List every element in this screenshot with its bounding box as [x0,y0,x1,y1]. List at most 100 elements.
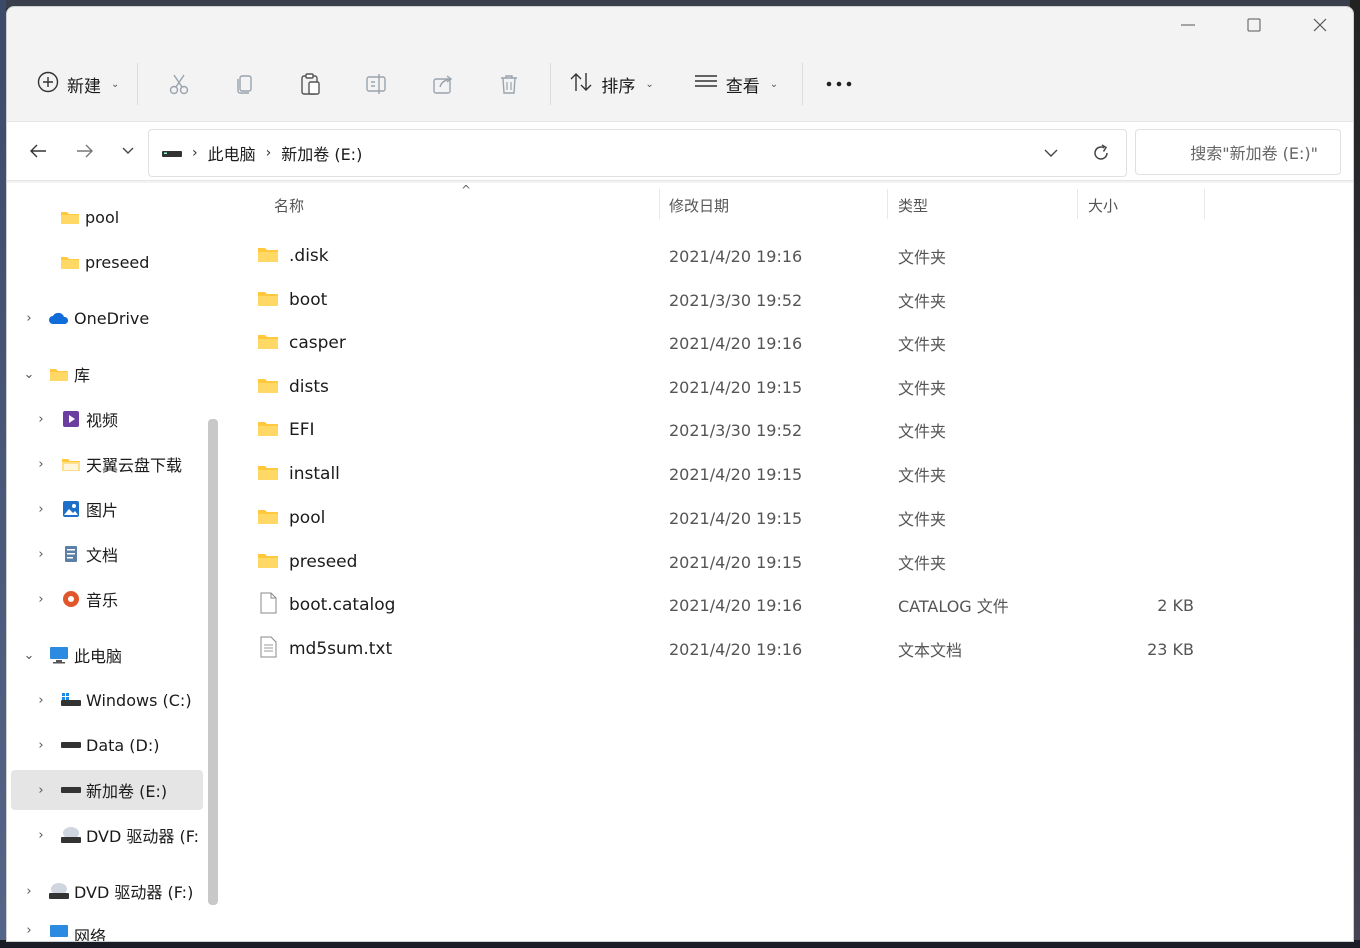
chevron-down-icon[interactable]: ⌄ [22,648,36,663]
column-header-size[interactable]: 大小 [1088,185,1118,225]
dvd-drive-icon [48,882,70,900]
chevron-down-icon: ⌄ [645,78,654,90]
file-size [1107,452,1194,496]
chevron-right-icon[interactable]: › [34,502,48,517]
file-row[interactable]: pool 2021/4/20 19:15 文件夹 [227,496,1217,540]
address-bar[interactable]: › 此电脑 › 新加卷 (E:) [148,129,1127,177]
nav-item-this-pc[interactable]: ⌄ 此电脑 [22,635,218,675]
column-divider[interactable] [659,189,660,219]
search-input[interactable]: 搜索"新加卷 (E:)" [1135,129,1341,175]
picture-icon [60,500,82,518]
column-header-date[interactable]: 修改日期 [669,185,729,225]
address-history-chevron-icon[interactable] [1026,149,1076,157]
file-row[interactable]: preseed 2021/4/20 19:15 文件夹 [227,540,1217,584]
chevron-down-icon[interactable]: ⌄ [22,367,36,382]
close-button[interactable] [1287,7,1353,43]
navigation-bar: › 此电脑 › 新加卷 (E:) 搜索"新加卷 (E:)" [7,121,1353,181]
navigation-pane: pool preseed › OneDrive ⌄ 库 › 视频 › 天翼云盘下… [7,183,227,941]
nav-item-videos[interactable]: › 视频 [34,399,230,439]
separator [802,63,804,105]
file-row[interactable]: boot.catalog 2021/4/20 19:16 CATALOG 文件 … [227,583,1217,627]
chevron-right-icon[interactable]: › [34,693,48,708]
file-date: 2021/3/30 19:52 [669,290,803,310]
nav-item-tianyi-downloads[interactable]: › 天翼云盘下载 [34,444,230,484]
file-name: EFI [289,420,315,440]
chevron-right-icon[interactable]: › [34,457,48,472]
chevron-right-icon[interactable]: › [34,592,48,607]
refresh-icon[interactable] [1076,143,1126,163]
nav-item-label: Data (D:) [86,735,160,755]
chevron-right-icon[interactable]: › [34,547,48,562]
nav-item-windows-c[interactable]: › Windows (C:) [34,680,230,720]
view-button[interactable]: 查看 ⌄ [684,64,788,104]
column-header-name[interactable]: 名称 [274,185,304,225]
breadcrumb-this-pc[interactable]: 此电脑 [208,141,256,165]
file-date: 2021/4/20 19:16 [669,639,803,659]
breadcrumb-current-drive[interactable]: 新加卷 (E:) [281,141,362,165]
delete-icon[interactable] [476,64,542,104]
nav-scrollbar[interactable] [207,191,219,905]
nav-item-new-volume-e[interactable]: › 新加卷 (E:) [11,770,203,810]
file-row[interactable]: dists 2021/4/20 19:15 文件夹 [227,365,1217,409]
command-bar: 新建 ⌄ 排序 ⌄ 查看 ⌄ [7,51,1353,117]
share-icon[interactable] [410,64,476,104]
file-size [1107,321,1194,365]
nav-item-pool[interactable]: pool [59,197,255,237]
nav-item-onedrive[interactable]: › OneDrive [22,298,218,338]
nav-item-music[interactable]: › 音乐 [34,579,230,619]
nav-item-documents[interactable]: › 文档 [34,534,230,574]
cut-icon[interactable] [146,64,212,104]
column-header-type[interactable]: 类型 [898,185,928,225]
chevron-right-icon[interactable]: › [22,923,36,938]
chevron-right-icon[interactable]: › [34,412,48,427]
new-button[interactable]: 新建 ⌄ [27,64,129,104]
chevron-right-icon[interactable]: › [22,311,36,326]
file-name: preseed [289,552,358,572]
nav-item-label: OneDrive [74,308,150,328]
nav-item-preseed[interactable]: preseed [59,242,255,282]
copy-icon[interactable] [212,64,278,104]
file-list: ^ 名称 修改日期 类型 大小 .disk 2021/4/20 19:16 文件… [227,183,1353,941]
back-arrow-icon[interactable] [19,134,57,168]
nav-item-label: 视频 [86,411,119,430]
chevron-right-icon[interactable]: › [34,783,48,798]
nav-item-data-d[interactable]: › Data (D:) [34,725,230,765]
column-divider[interactable] [1077,189,1078,219]
nav-item-pictures[interactable]: › 图片 [34,489,230,529]
column-divider[interactable] [1204,189,1205,219]
file-size [1107,234,1194,278]
file-row[interactable]: casper 2021/4/20 19:16 文件夹 [227,321,1217,365]
sort-button[interactable]: 排序 ⌄ [559,64,663,104]
paste-icon[interactable] [278,64,344,104]
file-row[interactable]: install 2021/4/20 19:15 文件夹 [227,452,1217,496]
file-size [1107,278,1194,322]
new-label: 新建 [67,76,101,97]
nav-item-dvd-f-sub[interactable]: › DVD 驱动器 (F: [34,815,230,855]
more-icon[interactable] [811,64,867,104]
file-row[interactable]: boot 2021/3/30 19:52 文件夹 [227,278,1217,322]
chevron-right-icon[interactable]: › [34,738,48,753]
plus-circle-icon [37,71,59,98]
file-row[interactable]: EFI 2021/3/30 19:52 文件夹 [227,408,1217,452]
nav-item-label: Windows (C:) [86,690,192,710]
nav-item-dvd-f[interactable]: › DVD 驱动器 (F:) [22,871,218,911]
minimize-button[interactable] [1155,7,1221,43]
folder-icon [257,376,279,399]
drive-icon [162,144,182,163]
file-date: 2021/4/20 19:16 [669,246,803,266]
forward-arrow-icon[interactable] [66,134,104,168]
rename-icon[interactable] [344,64,410,104]
file-row[interactable]: md5sum.txt 2021/4/20 19:16 文本文档 23 KB [227,627,1217,671]
chevron-right-icon[interactable]: › [22,884,36,899]
column-divider[interactable] [887,189,888,219]
scrollbar-thumb[interactable] [208,419,218,905]
folder-icon [257,245,279,268]
file-row[interactable]: .disk 2021/4/20 19:16 文件夹 [227,234,1217,278]
maximize-button[interactable] [1221,7,1287,43]
nav-item-network[interactable]: › 网络 [22,923,218,941]
nav-item-library[interactable]: ⌄ 库 [22,354,218,394]
chevron-right-icon[interactable]: › [34,828,48,843]
view-icon [694,74,718,95]
recent-locations-chevron-icon[interactable] [109,134,147,168]
nav-item-label: 音乐 [86,591,119,610]
